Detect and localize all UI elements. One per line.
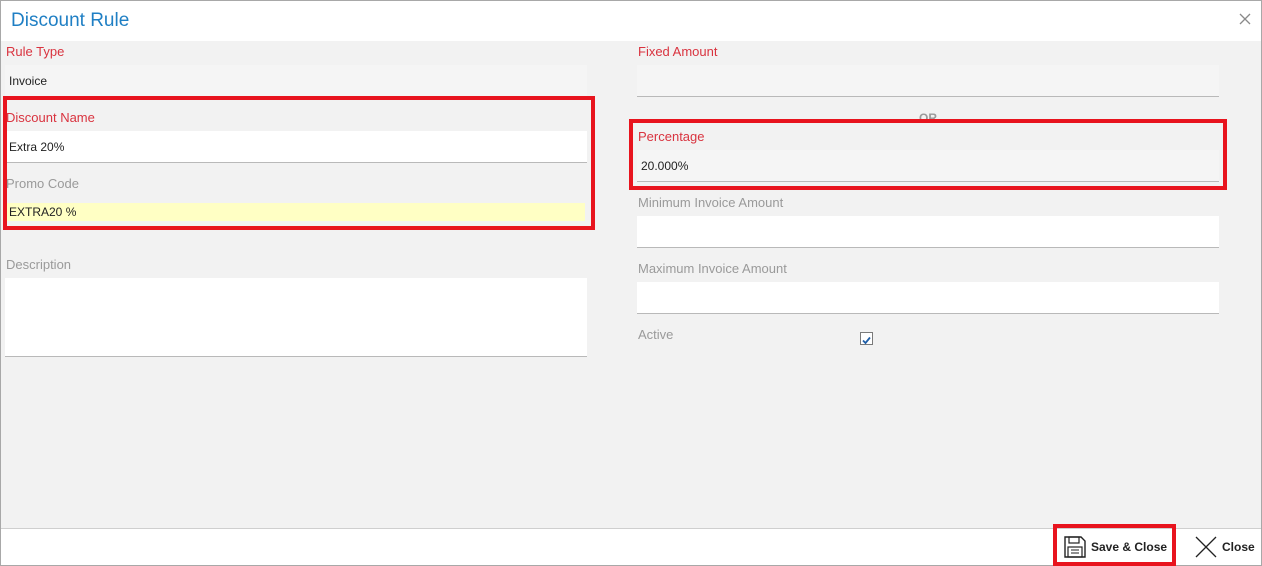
save-close-button[interactable]: Save & Close bbox=[1063, 535, 1167, 559]
max-invoice-input[interactable] bbox=[637, 282, 1219, 314]
min-invoice-input[interactable] bbox=[637, 216, 1219, 248]
save-icon bbox=[1064, 536, 1086, 558]
percentage-label: Percentage bbox=[638, 129, 705, 144]
active-label: Active bbox=[638, 327, 674, 342]
description-label: Description bbox=[6, 257, 72, 272]
discount-name-input[interactable]: Extra 20% bbox=[5, 131, 587, 163]
percentage-input[interactable]: 20.000% bbox=[637, 150, 1219, 182]
discount-name-label: Discount Name bbox=[6, 110, 95, 125]
title-bar: Discount Rule bbox=[1, 1, 1261, 41]
dialog-footer: Save & Close Close bbox=[1, 528, 1261, 565]
or-separator: OR bbox=[919, 111, 937, 125]
min-invoice-label: Minimum Invoice Amount bbox=[638, 195, 784, 210]
fixed-amount-input[interactable] bbox=[637, 65, 1219, 97]
fixed-amount-label: Fixed Amount bbox=[638, 44, 718, 59]
description-textarea[interactable] bbox=[5, 278, 587, 357]
promo-code-label: Promo Code bbox=[6, 176, 79, 191]
close-label: Close bbox=[1222, 540, 1255, 554]
checkmark-icon bbox=[862, 336, 871, 345]
promo-code-input[interactable]: EXTRA20 % bbox=[5, 203, 585, 221]
close-button[interactable]: Close bbox=[1194, 535, 1255, 559]
max-invoice-label: Maximum Invoice Amount bbox=[638, 261, 787, 276]
active-checkbox[interactable] bbox=[860, 332, 873, 345]
rule-type-field[interactable]: Invoice bbox=[5, 65, 587, 96]
rule-type-label: Rule Type bbox=[6, 44, 65, 59]
dialog-title: Discount Rule bbox=[11, 10, 130, 31]
save-close-label: Save & Close bbox=[1091, 540, 1168, 554]
close-icon[interactable] bbox=[1237, 11, 1253, 27]
discount-rule-dialog: Discount Rule Rule Type Invoice Discount… bbox=[0, 0, 1262, 566]
close-x-icon bbox=[1195, 536, 1217, 558]
